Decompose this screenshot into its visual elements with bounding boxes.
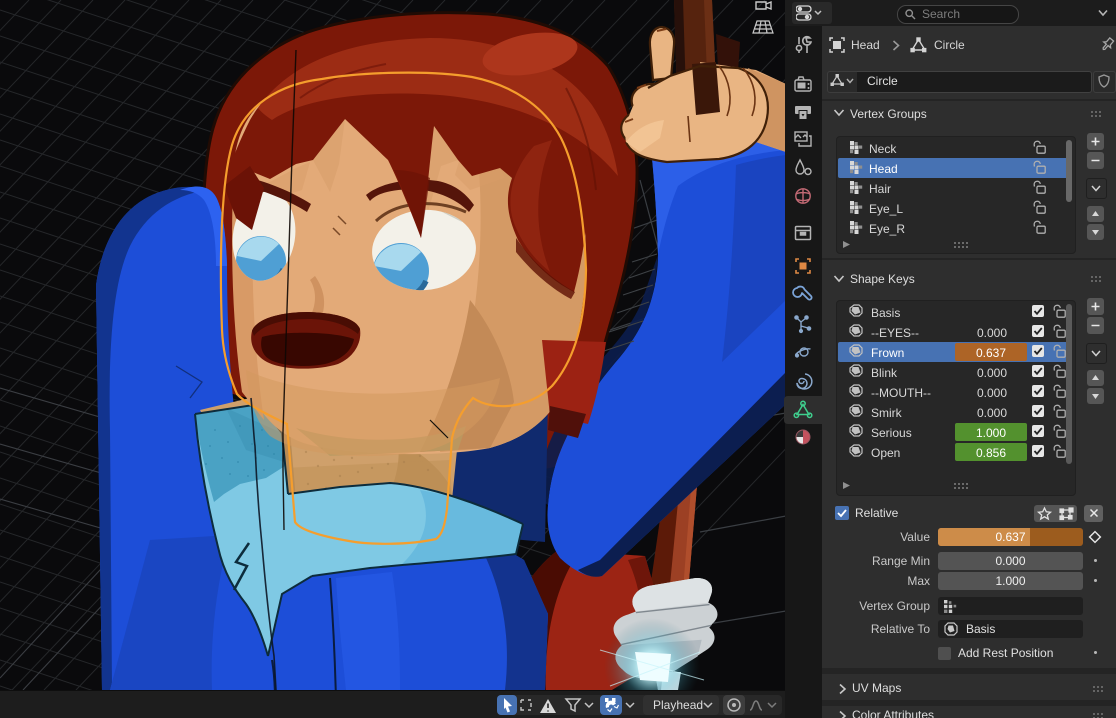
svg-text:Playhead: Playhead bbox=[653, 698, 703, 712]
